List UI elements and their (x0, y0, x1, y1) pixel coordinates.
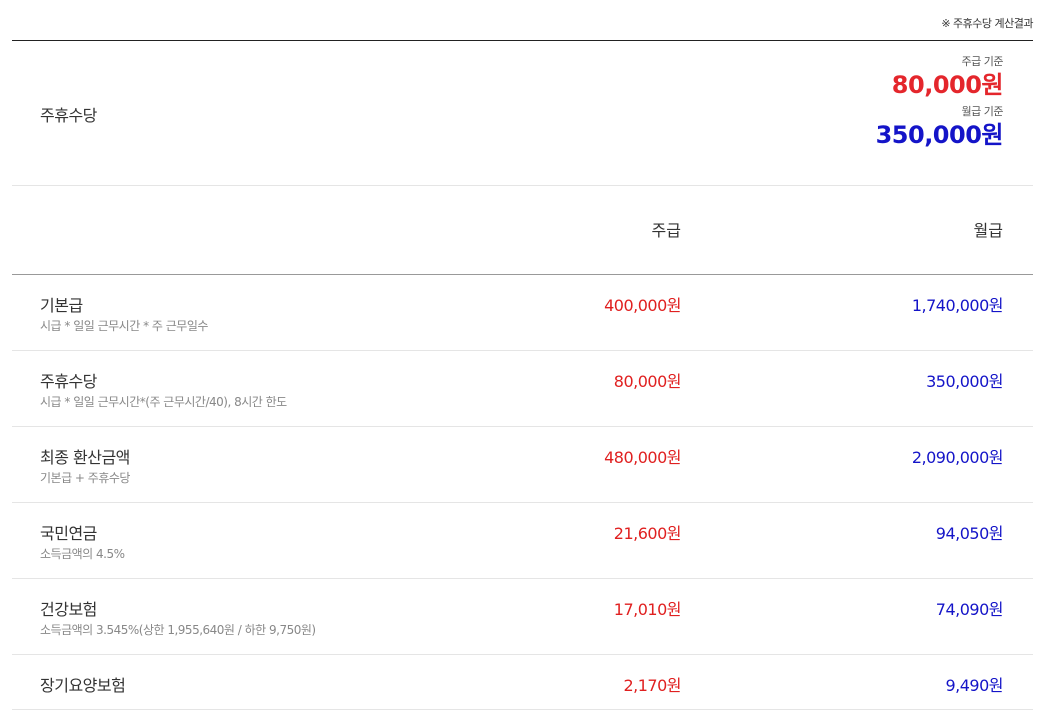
summary-section: 주휴수당 주급 기준 80,000원 월급 기준 350,000원 (12, 41, 1033, 186)
weekly-value: 17,010원 (613, 600, 682, 619)
row-label: 최종 환산금액 (40, 448, 130, 467)
monthly-basis-caption: 월급 기준 (961, 105, 1004, 118)
monthly-value: 350,000원 (926, 372, 1003, 391)
monthly-holiday-pay-amount: 350,000원 (875, 121, 1004, 149)
weekly-value: 480,000원 (604, 448, 681, 467)
row-label: 주휴수당 (40, 372, 97, 391)
row-description: 시급 * 일일 근무시간*(주 근무시간/40), 8시간 한도 (40, 395, 287, 409)
result-table: 기본급 시급 * 일일 근무시간 * 주 근무일수 400,000원 1,740… (12, 275, 1033, 710)
row-description: 시급 * 일일 근무시간 * 주 근무일수 (40, 319, 208, 333)
monthly-value: 94,050원 (935, 524, 1004, 543)
table-row-total: 최종 환산금액 기본급 + 주휴수당 480,000원 2,090,000원 (12, 427, 1033, 503)
row-description: 소득금액의 4.5% (40, 547, 125, 561)
table-header: 주급 월급 (12, 186, 1033, 275)
table-row-basic-pay: 기본급 시급 * 일일 근무시간 * 주 근무일수 400,000원 1,740… (12, 275, 1033, 351)
row-label: 기본급 (40, 296, 83, 315)
row-label: 국민연금 (40, 524, 97, 543)
summary-values: 주급 기준 80,000원 월급 기준 350,000원 (875, 55, 1004, 151)
row-label: 장기요양보험 (40, 676, 126, 695)
row-description: 기본급 + 주휴수당 (40, 471, 130, 485)
weekly-value: 2,170원 (623, 676, 681, 695)
table-row-national-pension: 국민연금 소득금액의 4.5% 21,600원 94,050원 (12, 503, 1033, 579)
monthly-value: 2,090,000원 (911, 448, 1004, 467)
weekly-holiday-pay-amount: 80,000원 (891, 71, 1004, 99)
row-label: 건강보험 (40, 600, 97, 619)
column-header-monthly: 월급 (973, 221, 1003, 240)
result-note: ※ 주휴수당 계산결과 (941, 17, 1033, 30)
monthly-value: 9,490원 (945, 676, 1003, 695)
table-row-holiday-pay: 주휴수당 시급 * 일일 근무시간*(주 근무시간/40), 8시간 한도 80… (12, 351, 1033, 427)
monthly-value: 1,740,000원 (911, 296, 1004, 315)
weekly-value: 21,600원 (613, 524, 682, 543)
table-row-health-insurance: 건강보험 소득금액의 3.545%(상한 1,955,640원 / 하한 9,7… (12, 579, 1033, 655)
row-description: 소득금액의 3.545%(상한 1,955,640원 / 하한 9,750원) (40, 623, 316, 637)
summary-label: 주휴수당 (40, 106, 97, 125)
weekly-value: 80,000원 (613, 372, 682, 391)
table-row-long-term-care: 장기요양보험 2,170원 9,490원 (12, 655, 1033, 710)
monthly-value: 74,090원 (935, 600, 1004, 619)
weekly-basis-caption: 주급 기준 (961, 55, 1004, 68)
weekly-value: 400,000원 (604, 296, 681, 315)
column-header-weekly: 주급 (651, 221, 681, 240)
